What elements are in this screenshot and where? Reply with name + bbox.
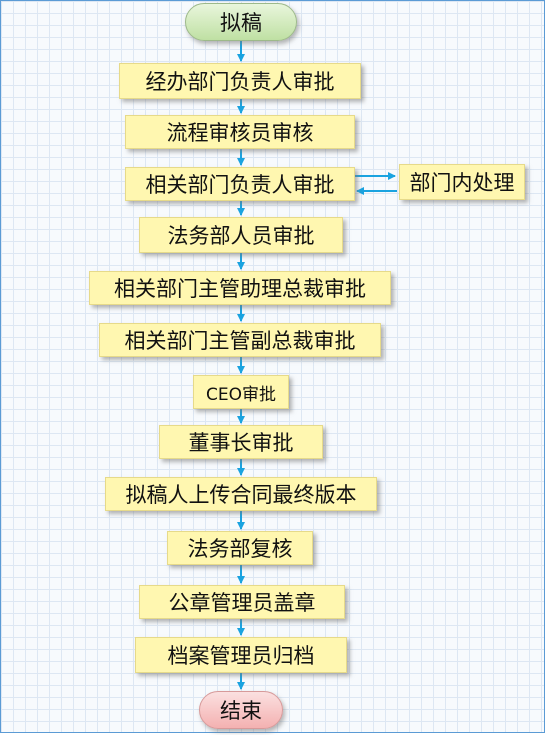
start-node: 拟稿 <box>185 3 297 41</box>
flowchart-canvas: 拟稿 经办部门负责人审批 流程审核员审核 相关部门负责人审批 部门内处理 法务部… <box>0 0 545 733</box>
step-node: 相关部门主管副总裁审批 <box>99 323 381 357</box>
step-node: 档案管理员归档 <box>135 637 347 673</box>
connectors <box>237 41 397 690</box>
step-node: 董事长审批 <box>159 425 323 459</box>
step-node: 相关部门负责人审批 <box>125 167 355 201</box>
end-node: 结束 <box>199 691 283 729</box>
step-node: 法务部人员审批 <box>139 217 343 253</box>
step-node: 公章管理员盖章 <box>139 585 345 619</box>
step-node: 相关部门主管助理总裁审批 <box>89 271 391 305</box>
step-node: 经办部门负责人审批 <box>119 63 361 99</box>
side-process-node: 部门内处理 <box>399 164 525 200</box>
step-node: 流程审核员审核 <box>125 115 355 149</box>
step-node: 法务部复核 <box>167 531 313 565</box>
step-node: 拟稿人上传合同最终版本 <box>105 477 377 511</box>
step-node: CEO审批 <box>193 375 289 409</box>
